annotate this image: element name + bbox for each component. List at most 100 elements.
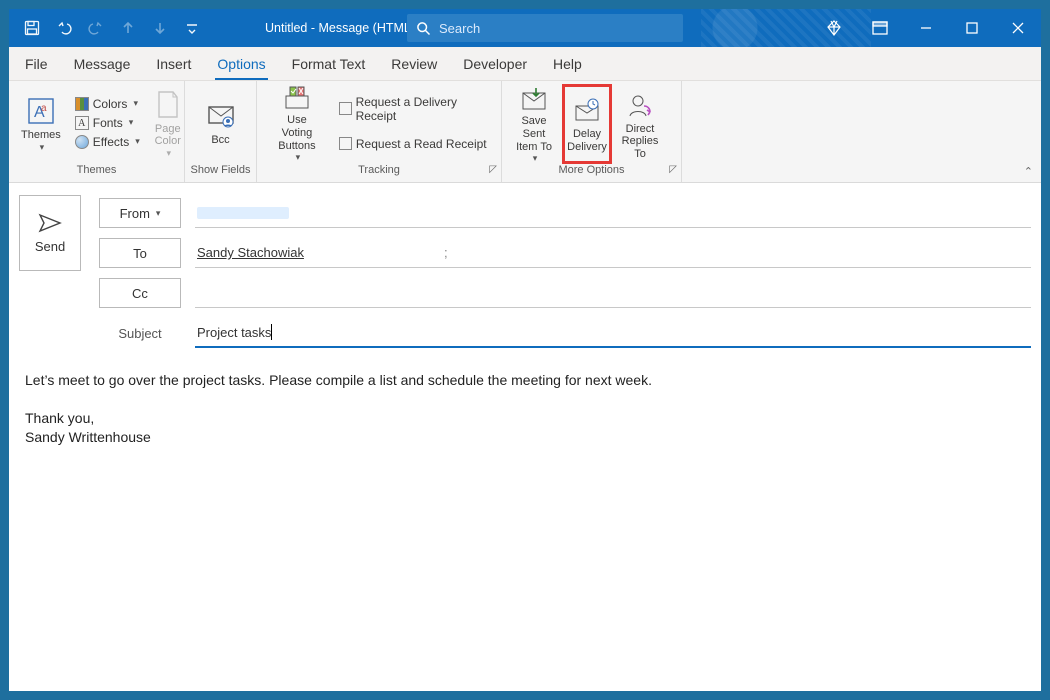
direct-replies-icon bbox=[624, 89, 656, 121]
chevron-down-icon: ▾ bbox=[135, 136, 140, 147]
qat-customize-icon[interactable] bbox=[179, 14, 205, 42]
group-show-fields: Bcc Show Fields bbox=[185, 81, 257, 182]
send-button[interactable]: Send bbox=[19, 195, 81, 271]
text-cursor bbox=[271, 324, 272, 340]
from-value-redacted bbox=[197, 207, 289, 219]
message-header: Send From ▾ To Sandy Stachowiak; Cc Subj… bbox=[19, 193, 1031, 353]
page-color-icon bbox=[152, 89, 184, 121]
themes-label: Themes bbox=[21, 129, 61, 142]
maximize-button[interactable] bbox=[949, 9, 995, 47]
ribbon-display-icon[interactable] bbox=[857, 9, 903, 47]
checkbox-icon bbox=[339, 102, 352, 115]
themes-button[interactable]: Aa Themes ▾ bbox=[15, 83, 67, 163]
from-button[interactable]: From ▾ bbox=[99, 198, 181, 228]
colors-button[interactable]: Colors▾ bbox=[71, 95, 144, 113]
group-tracking: Use Voting Buttons▾ Request a Delivery R… bbox=[257, 81, 502, 182]
chevron-down-icon: ▾ bbox=[156, 208, 161, 219]
send-label: Send bbox=[35, 239, 65, 254]
save-sent-item-button[interactable]: Save Sent Item To▾ bbox=[506, 84, 562, 164]
search-box[interactable] bbox=[407, 14, 683, 42]
chevron-down-icon: ▾ bbox=[129, 117, 134, 128]
cc-field[interactable] bbox=[195, 278, 1031, 308]
chevron-down-icon: ▾ bbox=[133, 98, 138, 109]
bcc-button[interactable]: Bcc bbox=[199, 83, 243, 163]
quick-access-toolbar bbox=[9, 14, 205, 42]
collapse-ribbon-icon[interactable]: ⌃ bbox=[1024, 165, 1033, 178]
message-body[interactable]: Let’s meet to go over the project tasks.… bbox=[19, 353, 1031, 447]
bcc-icon bbox=[205, 100, 237, 132]
voting-icon bbox=[281, 84, 313, 112]
save-sent-icon bbox=[518, 86, 550, 114]
send-icon bbox=[38, 213, 62, 233]
chevron-down-icon: ▾ bbox=[166, 148, 171, 158]
ribbon: Aa Themes ▾ Colors▾ A Fonts ▾ bbox=[9, 81, 1041, 183]
tab-review[interactable]: Review bbox=[389, 50, 439, 80]
group-themes: Aa Themes ▾ Colors▾ A Fonts ▾ bbox=[9, 81, 185, 182]
window-title: Untitled - Message (HTML) bbox=[265, 21, 415, 35]
tab-options[interactable]: Options bbox=[215, 50, 267, 80]
effects-label: Effects bbox=[93, 135, 129, 149]
save-sent-label: Save Sent Item To bbox=[512, 115, 556, 153]
to-button[interactable]: To bbox=[99, 238, 181, 268]
dialog-launcher-icon[interactable]: ◸ bbox=[669, 164, 677, 175]
effects-icon bbox=[75, 135, 89, 149]
from-field[interactable] bbox=[195, 198, 1031, 228]
redo-icon[interactable] bbox=[83, 14, 109, 42]
checkbox-icon bbox=[339, 137, 352, 150]
tab-developer[interactable]: Developer bbox=[461, 50, 529, 80]
to-field[interactable]: Sandy Stachowiak; bbox=[195, 238, 1031, 268]
title-bar: Untitled - Message (HTML) bbox=[9, 9, 1041, 47]
effects-button[interactable]: Effects ▾ bbox=[71, 133, 144, 151]
subject-field[interactable]: Project tasks bbox=[195, 318, 1031, 348]
chevron-down-icon: ▾ bbox=[296, 152, 301, 162]
compose-area: Send From ▾ To Sandy Stachowiak; Cc Subj… bbox=[9, 183, 1041, 691]
save-icon[interactable] bbox=[19, 14, 45, 42]
page-color-label: Page Color bbox=[155, 123, 181, 148]
group-label: Show Fields bbox=[185, 164, 256, 182]
cc-button[interactable]: Cc bbox=[99, 278, 181, 308]
minimize-button[interactable] bbox=[903, 9, 949, 47]
from-label: From bbox=[120, 206, 150, 221]
tab-file[interactable]: File bbox=[23, 50, 50, 80]
tab-format-text[interactable]: Format Text bbox=[290, 50, 368, 80]
to-label: To bbox=[133, 246, 147, 261]
themes-icon: Aa bbox=[25, 95, 57, 127]
to-value: Sandy Stachowiak bbox=[197, 245, 304, 260]
tab-insert[interactable]: Insert bbox=[154, 50, 193, 80]
read-receipt-checkbox[interactable]: Request a Read Receipt bbox=[335, 135, 501, 153]
direct-replies-label: Direct Replies To bbox=[618, 123, 662, 161]
tab-help[interactable]: Help bbox=[551, 50, 584, 80]
fonts-button[interactable]: A Fonts ▾ bbox=[71, 114, 144, 132]
page-color-button[interactable]: Page Color▾ bbox=[146, 83, 190, 163]
group-more-options: Save Sent Item To▾ Delay Delivery Direct… bbox=[502, 81, 682, 182]
colors-icon bbox=[75, 97, 89, 111]
subject-label: Subject bbox=[99, 326, 181, 341]
recipient-separator: ; bbox=[444, 245, 448, 260]
diamond-icon[interactable] bbox=[811, 9, 857, 47]
use-voting-button[interactable]: Use Voting Buttons▾ bbox=[265, 83, 329, 163]
delivery-receipt-checkbox[interactable]: Request a Delivery Receipt bbox=[335, 93, 501, 125]
dialog-launcher-icon[interactable]: ◸ bbox=[489, 164, 497, 175]
prev-icon[interactable] bbox=[115, 14, 141, 42]
svg-text:a: a bbox=[41, 103, 47, 114]
delay-delivery-icon bbox=[571, 94, 603, 126]
chevron-down-icon: ▾ bbox=[40, 142, 45, 152]
bcc-label: Bcc bbox=[211, 134, 229, 147]
read-receipt-label: Request a Read Receipt bbox=[356, 137, 487, 151]
delay-delivery-label: Delay Delivery bbox=[567, 128, 607, 153]
search-icon bbox=[407, 21, 439, 36]
group-label: More Options◸ bbox=[502, 164, 681, 182]
fonts-label: Fonts bbox=[93, 116, 123, 130]
search-input[interactable] bbox=[439, 21, 683, 36]
close-button[interactable] bbox=[995, 9, 1041, 47]
delivery-receipt-label: Request a Delivery Receipt bbox=[356, 95, 497, 123]
chevron-down-icon: ▾ bbox=[533, 153, 538, 163]
undo-icon[interactable] bbox=[51, 14, 77, 42]
window-controls bbox=[811, 9, 1041, 47]
delay-delivery-button[interactable]: Delay Delivery bbox=[562, 84, 612, 164]
next-icon[interactable] bbox=[147, 14, 173, 42]
subject-value: Project tasks bbox=[197, 325, 271, 340]
fonts-icon: A bbox=[75, 116, 89, 130]
direct-replies-button[interactable]: Direct Replies To bbox=[612, 84, 668, 164]
tab-message[interactable]: Message bbox=[72, 50, 133, 80]
